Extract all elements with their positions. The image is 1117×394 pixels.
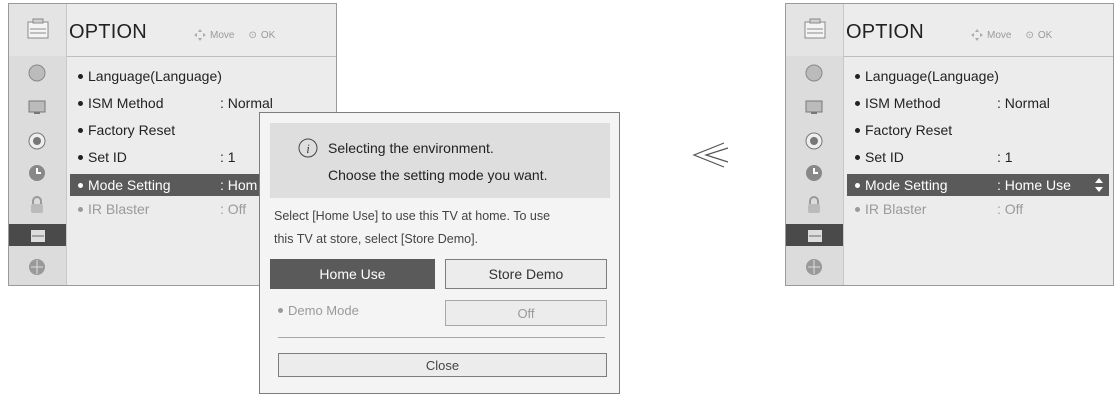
ok-hint-icon: ⊙ [248,29,257,41]
network-icon[interactable] [803,256,825,278]
move-arrows-icon [194,29,206,41]
category-sidebar [9,56,67,285]
demo-mode-value-button: Off [445,300,607,326]
dialog-info-box: i Selecting the environment. Choose the … [270,123,610,198]
info-line-2: Choose the setting mode you want. [328,167,548,183]
option-icon[interactable] [786,224,843,246]
menu-item-ism-method[interactable]: ISM Method: Normal [70,92,332,114]
ok-hint-label: OK [260,29,276,41]
ok-hint-label: OK [1037,29,1053,41]
menu-item-ir-blaster: IR Blaster: Off [847,198,1109,220]
option-icon[interactable] [9,224,66,246]
menu-title: OPTION [69,21,147,43]
nav-hint: Move ⊙ OK [194,29,275,41]
time-icon[interactable] [803,162,825,184]
menu-item-ism-method[interactable]: ISM Method: Normal [847,92,1109,114]
svg-text:i: i [306,141,310,156]
time-icon[interactable] [26,162,48,184]
screen-icon[interactable] [803,96,825,118]
move-hint-label: Move [987,29,1012,41]
dialog-divider [278,337,605,338]
store-demo-button[interactable]: Store Demo [445,259,607,289]
menu-item-language[interactable]: Language(Language) [847,65,1109,87]
dialog-description: Select [Home Use] to use this TV at home… [274,209,551,246]
lock-icon[interactable] [26,194,48,216]
picture-icon[interactable] [26,62,48,84]
close-button[interactable]: Close [278,353,607,377]
menu-item-mode-setting[interactable]: Mode Setting: Home Use [847,174,1109,196]
category-sidebar [786,56,844,285]
option-menu-icon [9,4,67,56]
move-hint-label: Move [210,29,235,41]
menu-item-factory-reset[interactable]: Factory Reset [847,119,1109,141]
menu-header: OPTION Move ⊙ OK [786,4,1113,57]
audio-icon[interactable] [803,130,825,152]
info-line-1: Selecting the environment. [328,140,494,156]
menu-item-language[interactable]: Language(Language) [70,65,332,87]
network-icon[interactable] [26,256,48,278]
mode-setting-dialog: i Selecting the environment. Choose the … [259,112,620,394]
info-icon: i [298,138,318,158]
nav-hint: Move ⊙ OK [971,29,1052,41]
ok-hint-icon: ⊙ [1025,29,1034,41]
menu-header: OPTION Move ⊙ OK [9,4,336,57]
right-option-menu: OPTION Move ⊙ OK Language(Language) ISM … [785,3,1114,286]
screen-icon[interactable] [26,96,48,118]
menu-item-set-id[interactable]: Set ID: 1 [847,146,1109,168]
option-menu-icon [786,4,844,56]
demo-mode-label: Demo Mode [278,303,359,318]
up-down-arrows-icon[interactable] [1095,178,1103,192]
move-arrows-icon [971,29,983,41]
result-arrow-icon [690,140,730,175]
menu-title: OPTION [846,21,924,43]
picture-icon[interactable] [803,62,825,84]
lock-icon[interactable] [803,194,825,216]
audio-icon[interactable] [26,130,48,152]
home-use-button[interactable]: Home Use [270,259,435,289]
